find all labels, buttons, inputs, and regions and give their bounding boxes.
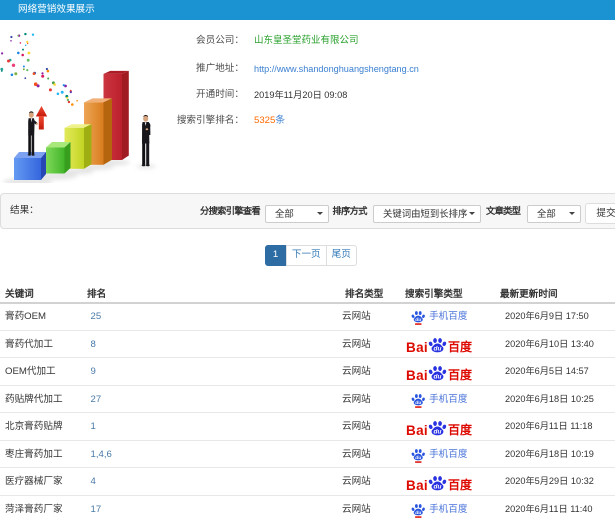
svg-text:du: du bbox=[434, 346, 442, 353]
svg-text:du: du bbox=[415, 510, 421, 516]
svg-text:du: du bbox=[415, 455, 421, 461]
svg-text:du: du bbox=[415, 400, 421, 406]
svg-text:du: du bbox=[434, 428, 442, 435]
svg-text:du: du bbox=[434, 483, 442, 490]
svg-text:du: du bbox=[415, 317, 421, 323]
svg-text:du: du bbox=[434, 373, 442, 380]
